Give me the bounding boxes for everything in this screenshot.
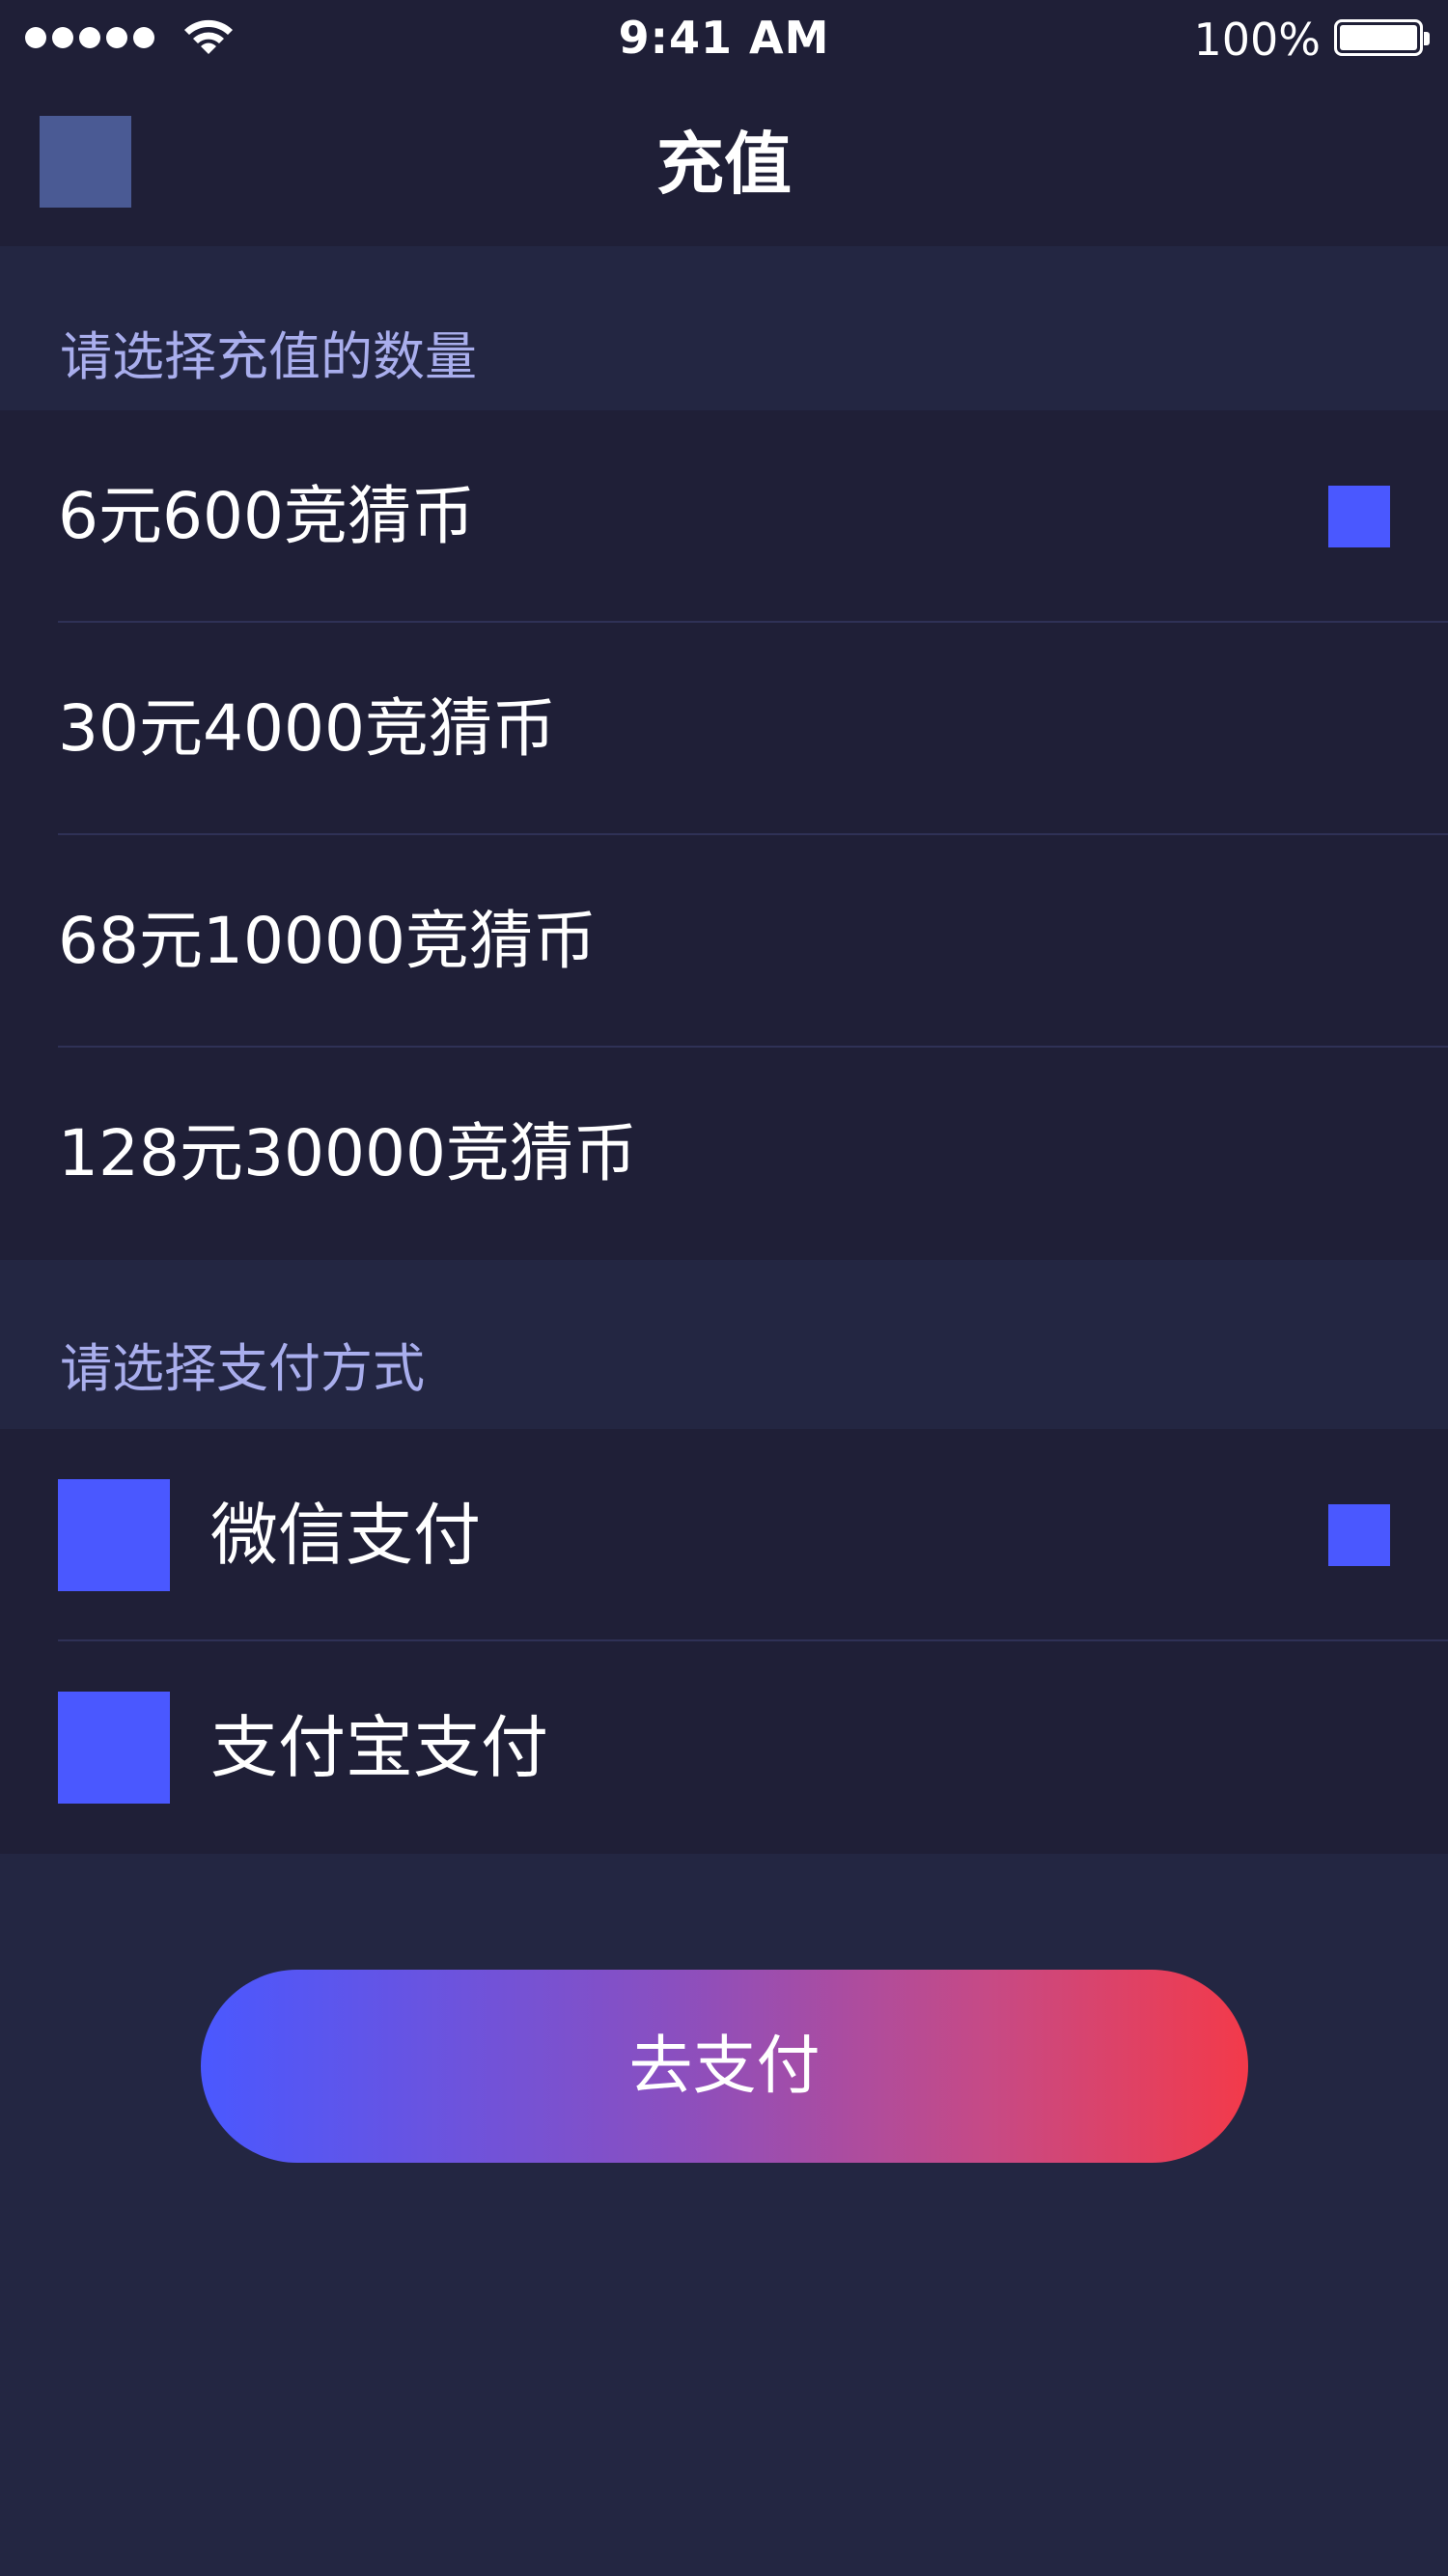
payment-section-label: 请选择支付方式 [60,1338,425,1399]
selected-check-icon [1328,1504,1390,1566]
amount-option-6[interactable]: 6元600竞猜币 [0,410,1448,623]
amount-option-30[interactable]: 30元4000竞猜币 [0,623,1448,835]
amount-option-label: 128元30000竞猜币 [58,1116,637,1190]
amount-option-label: 68元10000竞猜币 [58,904,597,978]
wechat-pay-icon [58,1479,170,1591]
amount-section-label: 请选择充值的数量 [60,326,477,387]
pay-button[interactable]: 去支付 [201,1970,1248,2163]
battery-icon [1334,19,1430,56]
amount-option-128[interactable]: 128元30000竞猜币 [0,1048,1448,1260]
selected-check-icon [1328,486,1390,547]
alipay-icon [58,1692,170,1804]
payment-method-wechat[interactable]: 微信支付 [0,1429,1448,1641]
page-title: 充值 [656,125,792,204]
payment-method-alipay[interactable]: 支付宝支付 [0,1641,1448,1854]
amount-section-header: 请选择充值的数量 [0,246,1448,410]
status-bar: 9:41 AM 100% [0,0,1448,82]
payment-method-label: 支付宝支付 [210,1708,548,1787]
battery-percent: 100% [1193,14,1321,66]
amount-option-label: 30元4000竞猜币 [58,691,556,766]
amount-option-68[interactable]: 68元10000竞猜币 [0,835,1448,1048]
payment-method-label: 微信支付 [210,1496,481,1575]
payment-method-list: 微信支付 支付宝支付 [0,1429,1448,1854]
payment-section-header: 请选择支付方式 [0,1260,1448,1429]
nav-bar: 充值 [0,82,1448,246]
amount-option-label: 6元600竞猜币 [58,479,475,553]
amount-list: 6元600竞猜币 30元4000竞猜币 68元10000竞猜币 128元3000… [0,410,1448,1260]
